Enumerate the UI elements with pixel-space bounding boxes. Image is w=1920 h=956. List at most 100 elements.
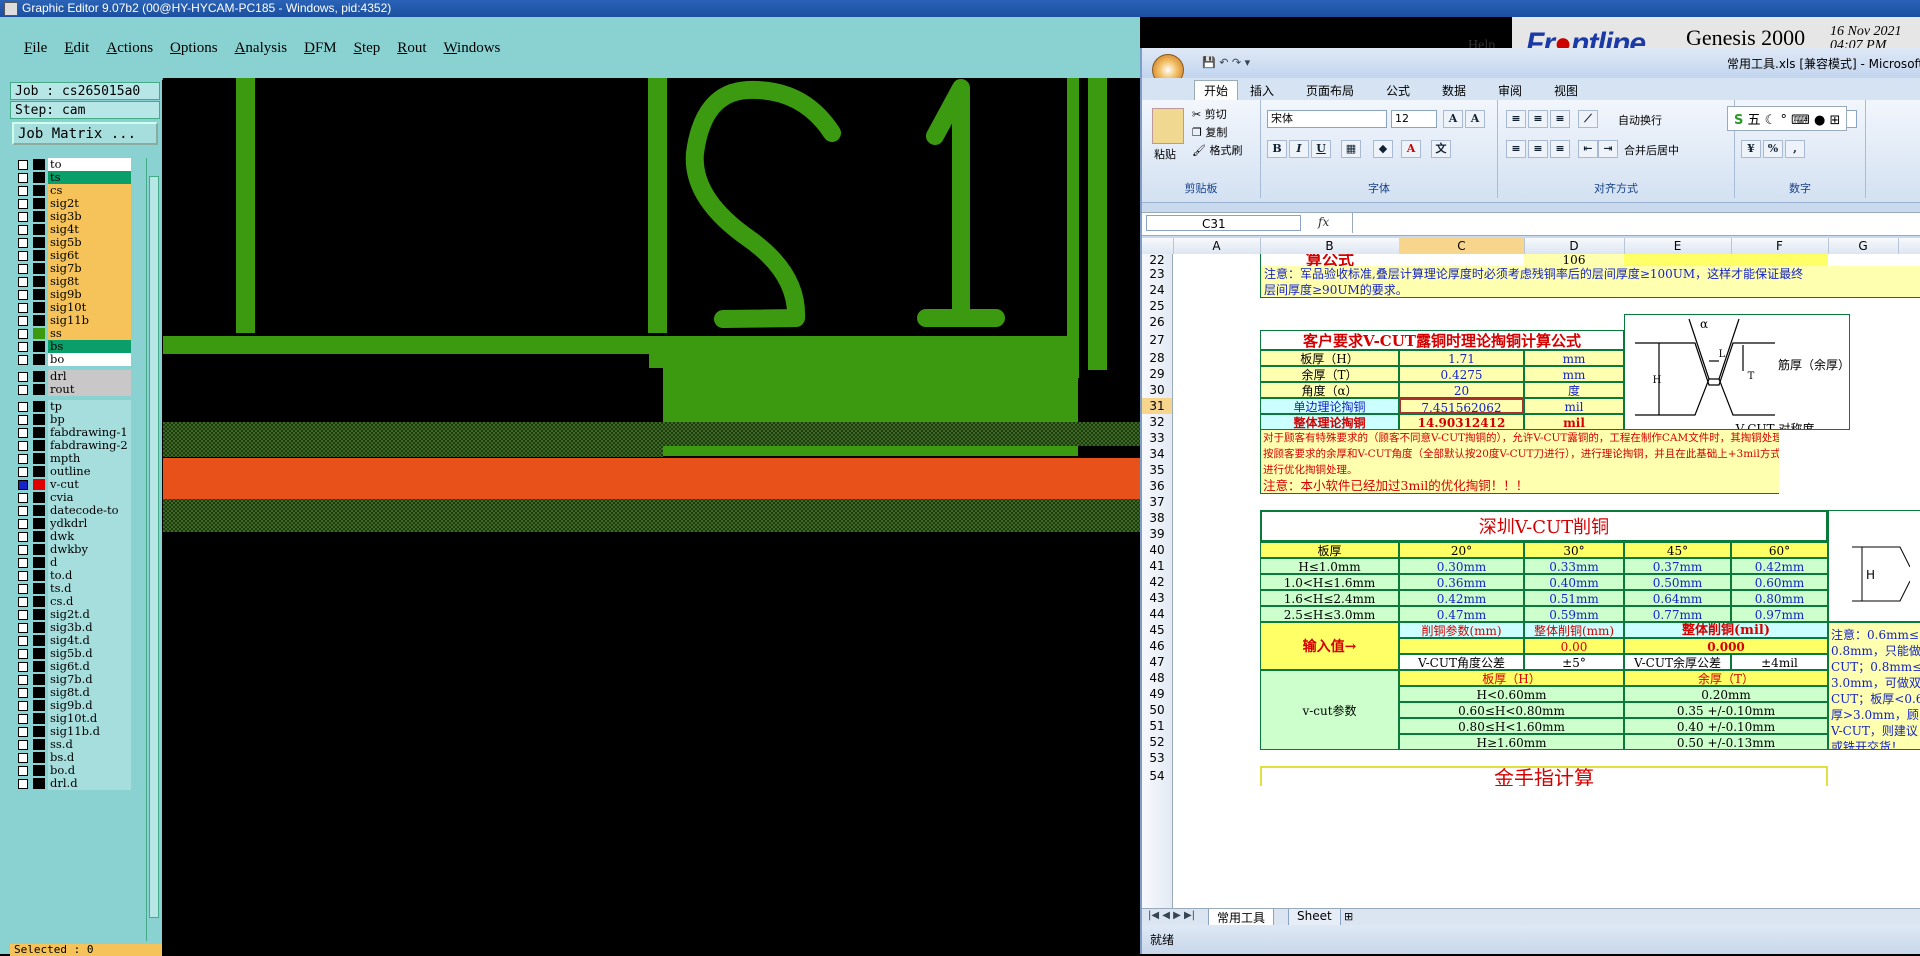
input-cell-c46[interactable] (1399, 638, 1524, 654)
layer-checkbox[interactable] (18, 212, 28, 222)
vcut-diagram[interactable]: α L H T 筋厚（余厚） V-CUT 对称度 (1624, 314, 1850, 430)
calc-label[interactable]: 角度（α） (1260, 382, 1399, 398)
menu-step[interactable]: Step (354, 40, 381, 57)
column-header[interactable]: A (1173, 238, 1261, 254)
layer-checkbox[interactable] (18, 454, 28, 464)
layer-name[interactable]: ts (48, 171, 131, 184)
formula-input[interactable] (1352, 213, 1913, 233)
ribbon-tab-1[interactable]: 插入 (1250, 82, 1274, 99)
layer-checkbox[interactable] (18, 238, 28, 248)
calc-unit[interactable]: mil (1524, 414, 1624, 430)
layer-checkbox[interactable] (18, 264, 28, 274)
layer-name[interactable]: sig7b.d (48, 673, 131, 686)
format-painter-button[interactable]: 🖌 格式刷 (1192, 142, 1242, 158)
layer-row-sig7b[interactable]: sig7b (12, 262, 131, 275)
layer-row-sig8t.d[interactable]: sig8t.d (12, 686, 131, 699)
layer-name[interactable]: cs (48, 184, 131, 197)
cell[interactable]: 106 (1524, 254, 1624, 266)
worksheet-grid[interactable]: 算公式 106 注意：军品验收标准,叠层计算理论厚度时必须考虑残铜率后的层间厚度≥1… (1173, 254, 1920, 954)
row-header[interactable]: 29 (1142, 366, 1172, 382)
layer-row-ydkdrl[interactable]: ydkdrl (12, 517, 131, 530)
calc-value[interactable]: 14.90312412 (1399, 414, 1524, 430)
calc-label[interactable]: 余厚（T） (1260, 366, 1399, 382)
gold-title[interactable]: 金手指计算 (1260, 766, 1828, 786)
layer-color-swatch[interactable] (33, 635, 45, 646)
paste-icon[interactable] (1152, 108, 1184, 144)
layer-row-bp[interactable]: bp (12, 413, 131, 426)
vp-cell[interactable]: 0.50 +/-0.13mm (1624, 734, 1828, 750)
layer-name[interactable]: bo (48, 353, 131, 366)
align-bottom-icon[interactable]: ≡ (1550, 110, 1570, 128)
layer-checkbox[interactable] (18, 519, 28, 529)
sz-title[interactable]: 深圳V-CUT削铜 (1260, 510, 1828, 542)
layer-color-swatch[interactable] (33, 570, 45, 581)
align-right-icon[interactable]: ≡ (1550, 140, 1570, 158)
layer-checkbox[interactable] (18, 385, 28, 395)
layer-checkbox[interactable] (18, 545, 28, 555)
sz-cell[interactable]: 0.77mm (1624, 606, 1731, 622)
layer-name[interactable]: sig3b (48, 210, 131, 223)
comma-icon[interactable]: , (1785, 140, 1805, 158)
layer-row-sig2t[interactable]: sig2t (12, 197, 131, 210)
layer-row-ss[interactable]: ss (12, 327, 131, 340)
calc-value[interactable]: 0.4275 (1399, 366, 1524, 382)
layer-color-swatch[interactable] (33, 531, 45, 542)
layer-row-tp[interactable]: tp (12, 400, 131, 413)
row-header[interactable]: 53 (1142, 750, 1172, 766)
layer-color-swatch[interactable] (33, 557, 45, 568)
vp-cell[interactable]: H<0.60mm (1399, 686, 1624, 702)
indent-decrease-icon[interactable]: ⇤ (1578, 140, 1598, 158)
layer-color-swatch[interactable] (33, 250, 45, 261)
layer-checkbox[interactable] (18, 636, 28, 646)
sz-cell[interactable]: H≤1.0mm (1260, 558, 1399, 574)
layer-name[interactable]: bp (48, 413, 131, 426)
layer-checkbox[interactable] (18, 355, 28, 365)
column-header[interactable]: D (1524, 238, 1625, 254)
sz-cell[interactable]: 0.42mm (1399, 590, 1524, 606)
align-left-icon[interactable]: ≡ (1506, 140, 1526, 158)
row-header[interactable]: 33 (1142, 430, 1172, 446)
layer-name[interactable]: ss (48, 327, 131, 340)
select-all-corner[interactable] (1142, 238, 1174, 254)
border-icon[interactable]: ▦ (1341, 140, 1361, 158)
percent-icon[interactable]: % (1763, 140, 1783, 158)
layer-name[interactable]: sig4t (48, 223, 131, 236)
layer-name[interactable]: fabdrawing-1 (48, 426, 131, 439)
layer-row-to.d[interactable]: to.d (12, 569, 131, 582)
vp-cell[interactable]: 0.80≤H<1.60mm (1399, 718, 1624, 734)
layer-name[interactable]: mpth (48, 452, 131, 465)
layer-name[interactable]: d (48, 556, 131, 569)
column-header[interactable]: E (1624, 238, 1732, 254)
vp-label[interactable]: v-cut参数 (1260, 670, 1399, 750)
sz-header[interactable]: 30° (1524, 542, 1624, 558)
layer-name[interactable]: datecode-to (48, 504, 131, 517)
sz-cell[interactable]: 0.50mm (1624, 574, 1731, 590)
layer-color-swatch[interactable] (33, 596, 45, 607)
layer-color-swatch[interactable] (33, 224, 45, 235)
layer-color-swatch[interactable] (33, 315, 45, 326)
layer-row-sig3b[interactable]: sig3b (12, 210, 131, 223)
bold-icon[interactable]: B (1267, 140, 1287, 158)
merge-center-button[interactable]: 合并后居中 (1624, 142, 1679, 158)
sz-cell[interactable]: 0.33mm (1524, 558, 1624, 574)
align-top-icon[interactable]: ≡ (1506, 110, 1526, 128)
note-row[interactable]: 注意：军品验收标准,叠层计算理论厚度时必须考虑残铜率后的层间厚度≥100UM，这… (1260, 266, 1920, 282)
layer-row-sig4t[interactable]: sig4t (12, 223, 131, 236)
layer-row-bs.d[interactable]: bs.d (12, 751, 131, 764)
layer-color-swatch[interactable] (33, 687, 45, 698)
layer-name[interactable]: fabdrawing-2 (48, 439, 131, 452)
layer-row-fabdrawing-1[interactable]: fabdrawing-1 (12, 426, 131, 439)
sz-cell[interactable]: 0.30mm (1399, 558, 1524, 574)
calc-value[interactable]: 1.71 (1399, 350, 1524, 366)
layer-row-mpth[interactable]: mpth (12, 452, 131, 465)
calc-unit[interactable]: mm (1524, 366, 1624, 382)
menu-actions[interactable]: Actions (106, 40, 153, 57)
layer-color-swatch[interactable] (33, 739, 45, 750)
sz-cell[interactable]: 1.0<H≤1.6mm (1260, 574, 1399, 590)
layer-checkbox[interactable] (18, 428, 28, 438)
layer-color-swatch[interactable] (33, 492, 45, 503)
font-name-box[interactable]: 宋体 (1267, 110, 1387, 128)
layer-checkbox[interactable] (18, 675, 28, 685)
calc-title[interactable]: 客户要求V-CUT露铜时理论掏铜计算公式 (1260, 330, 1624, 350)
cell[interactable] (1624, 254, 1828, 266)
